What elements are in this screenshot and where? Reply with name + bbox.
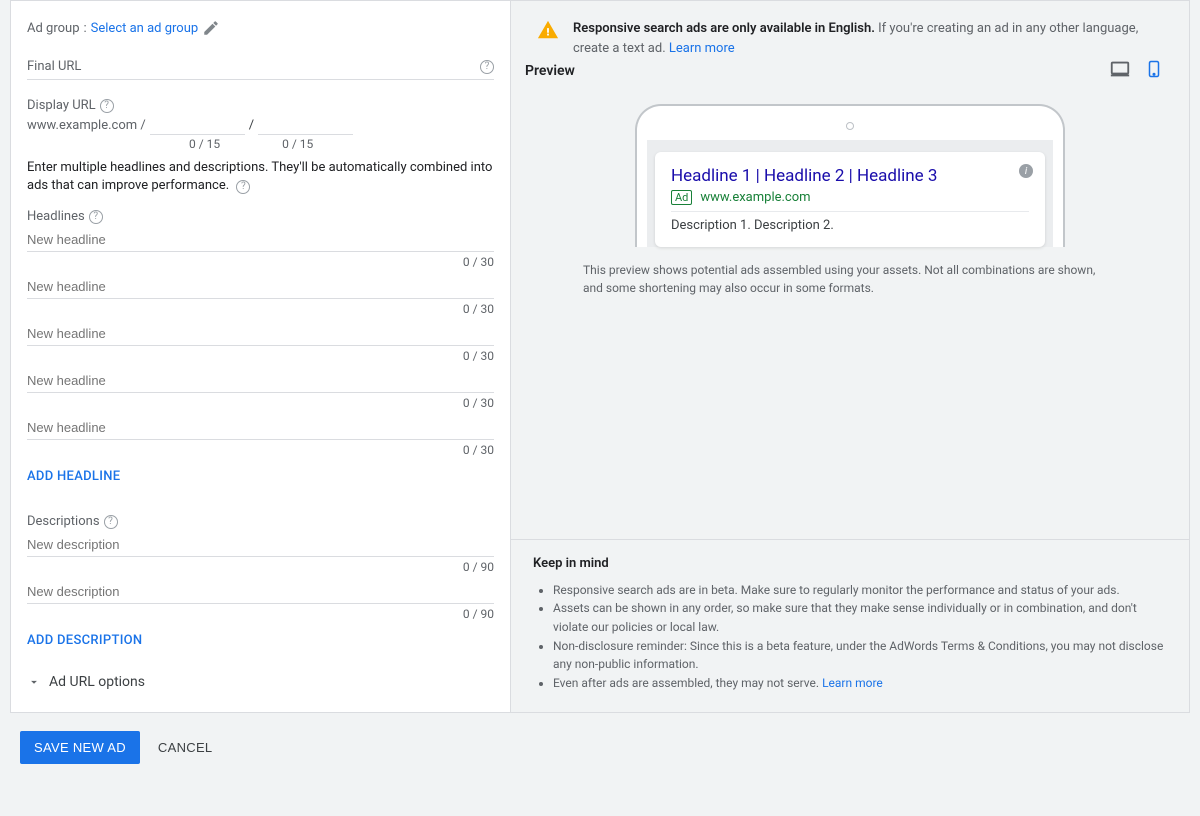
instruction-text: Enter multiple headlines and description… — [27, 159, 494, 195]
ad-url-row: Ad www.example.com — [671, 190, 1029, 205]
phone-speaker — [846, 122, 854, 130]
device-toggle — [1109, 58, 1163, 84]
ad-preview-card: i Headline 1 | Headline 2 | Headline 3 A… — [655, 152, 1045, 247]
help-icon[interactable]: ? — [104, 515, 118, 529]
keep-in-mind-section: Keep in mind Responsive search ads are i… — [511, 539, 1189, 713]
headline-field: 0 / 30 — [27, 273, 494, 316]
description-counter: 0 / 90 — [27, 607, 494, 621]
headline-field: 0 / 30 — [27, 320, 494, 363]
description-input-2[interactable] — [27, 578, 494, 604]
keep-in-mind-title: Keep in mind — [533, 556, 1167, 571]
list-item: Responsive search ads are in beta. Make … — [553, 581, 1167, 600]
final-url-row[interactable]: Final URL ? — [27, 55, 494, 80]
headline-input-4[interactable] — [27, 367, 494, 393]
headline-input-5[interactable] — [27, 414, 494, 440]
headline-counter: 0 / 30 — [27, 349, 494, 363]
left-panel: Ad group: Select an ad group Final URL ?… — [11, 1, 511, 712]
ad-card-wrapper: i Headline 1 | Headline 2 | Headline 3 A… — [647, 140, 1053, 247]
language-alert: Responsive search ads are only available… — [511, 1, 1189, 58]
ad-url: www.example.com — [700, 190, 810, 205]
ad-headline: Headline 1 | Headline 2 | Headline 3 — [671, 166, 1029, 186]
phone-preview-frame: i Headline 1 | Headline 2 | Headline 3 A… — [635, 104, 1065, 247]
list-item: Even after ads are assembled, they may n… — [553, 674, 1167, 693]
pencil-icon[interactable] — [202, 19, 220, 37]
divider — [671, 211, 1029, 212]
help-icon[interactable]: ? — [236, 180, 250, 194]
chevron-down-icon — [27, 675, 41, 689]
desktop-icon[interactable] — [1109, 58, 1131, 84]
ad-description: Description 1. Description 2. — [671, 218, 1029, 233]
footer-bar: SAVE NEW AD CANCEL — [10, 713, 1190, 782]
alert-text: Responsive search ads are only available… — [573, 19, 1163, 58]
headline-counter: 0 / 30 — [27, 255, 494, 269]
cancel-button[interactable]: CANCEL — [158, 740, 213, 755]
ad-group-row: Ad group: Select an ad group — [27, 19, 494, 37]
help-icon[interactable]: ? — [480, 60, 494, 74]
path-separator: / — [249, 118, 254, 133]
path1-counter: 0 / 15 — [189, 137, 220, 151]
ad-group-select-link[interactable]: Select an ad group — [91, 21, 199, 36]
headline-counter: 0 / 30 — [27, 443, 494, 457]
description-field: 0 / 90 — [27, 531, 494, 574]
right-panel: Responsive search ads are only available… — [511, 1, 1189, 712]
display-url-section: Display URL ? www.example.com / / 0 / 15… — [27, 98, 494, 151]
description-field: 0 / 90 — [27, 578, 494, 621]
list-item: Non-disclosure reminder: Since this is a… — [553, 637, 1167, 674]
final-url-label: Final URL — [27, 59, 81, 74]
editor-container: Ad group: Select an ad group Final URL ?… — [10, 0, 1190, 713]
info-icon[interactable]: i — [1019, 164, 1033, 178]
keep-learn-more-link[interactable]: Learn more — [822, 676, 883, 690]
alert-learn-more-link[interactable]: Learn more — [669, 41, 735, 56]
description-input-1[interactable] — [27, 531, 494, 557]
path1-input[interactable] — [150, 115, 245, 135]
path-counters: 0 / 15 0 / 15 — [189, 137, 494, 151]
headline-counter: 0 / 30 — [27, 302, 494, 316]
preview-title: Preview — [525, 63, 575, 79]
keep-in-mind-list: Responsive search ads are in beta. Make … — [533, 581, 1167, 693]
display-url-domain: www.example.com / — [27, 118, 146, 133]
headline-input-1[interactable] — [27, 226, 494, 252]
ad-group-label: Ad group — [27, 21, 80, 36]
help-icon[interactable]: ? — [89, 210, 103, 224]
headline-field: 0 / 30 — [27, 414, 494, 457]
help-icon[interactable]: ? — [100, 99, 114, 113]
descriptions-label: Descriptions ? — [27, 514, 494, 529]
display-url-label: Display URL ? — [27, 98, 494, 113]
add-description-button[interactable]: ADD DESCRIPTION — [27, 633, 142, 648]
headlines-label: Headlines ? — [27, 209, 494, 224]
display-url-row: www.example.com / / — [27, 115, 494, 135]
ad-badge: Ad — [671, 190, 692, 205]
headline-field: 0 / 30 — [27, 367, 494, 410]
list-item: Assets can be shown in any order, so mak… — [553, 599, 1167, 636]
headline-field: 0 / 30 — [27, 226, 494, 269]
description-counter: 0 / 90 — [27, 560, 494, 574]
mobile-icon[interactable] — [1145, 58, 1163, 84]
preview-header: Preview — [511, 58, 1189, 94]
path2-counter: 0 / 15 — [282, 137, 313, 151]
path2-input[interactable] — [258, 115, 353, 135]
preview-footnote: This preview shows potential ads assembl… — [511, 253, 1189, 317]
headline-input-3[interactable] — [27, 320, 494, 346]
add-headline-button[interactable]: ADD HEADLINE — [27, 469, 120, 484]
warning-icon — [537, 19, 559, 45]
save-new-ad-button[interactable]: SAVE NEW AD — [20, 731, 140, 764]
headline-counter: 0 / 30 — [27, 396, 494, 410]
ad-url-options-toggle[interactable]: Ad URL options — [27, 674, 494, 690]
headline-input-2[interactable] — [27, 273, 494, 299]
